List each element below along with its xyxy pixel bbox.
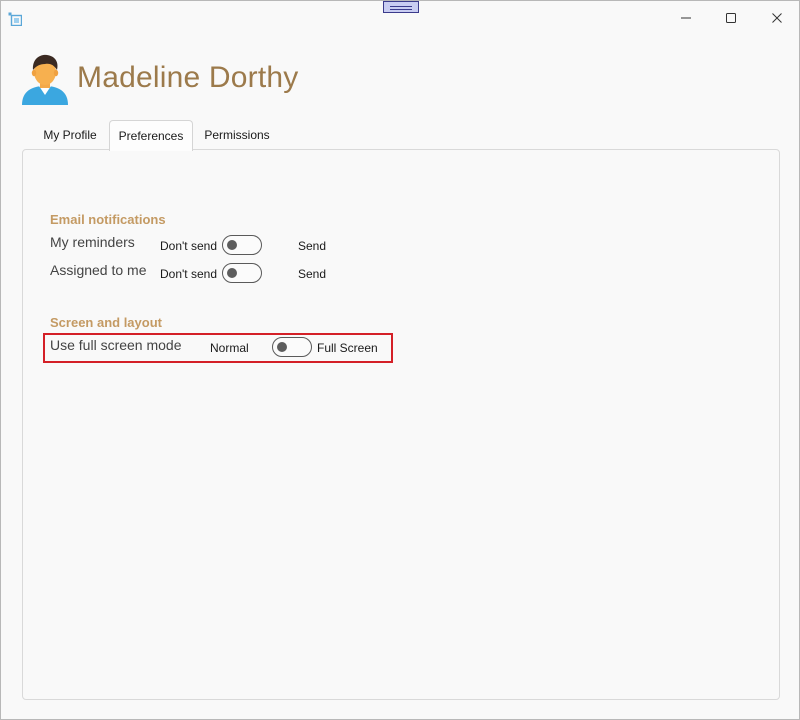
- option-off-my-reminders: Don't send: [160, 239, 217, 253]
- title-bar[interactable]: [1, 1, 799, 35]
- user-avatar-icon: [22, 54, 68, 105]
- option-on-full-screen: Full Screen: [317, 341, 378, 355]
- section-title-screen-and-layout: Screen and layout: [50, 315, 162, 330]
- toggle-knob: [227, 268, 237, 278]
- toggle-knob: [227, 240, 237, 250]
- tab-my-profile[interactable]: My Profile: [34, 120, 106, 150]
- option-off-assigned-to-me: Don't send: [160, 267, 217, 281]
- close-icon[interactable]: [766, 7, 788, 29]
- app-icon: [8, 12, 22, 26]
- toggle-assigned-to-me[interactable]: [222, 263, 262, 283]
- drag-grip-handle[interactable]: [383, 1, 419, 13]
- toggle-my-reminders[interactable]: [222, 235, 262, 255]
- toggle-knob: [277, 342, 287, 352]
- tab-preferences[interactable]: Preferences: [109, 120, 193, 151]
- section-title-email-notifications: Email notifications: [50, 212, 166, 227]
- label-my-reminders: My reminders: [50, 234, 135, 250]
- app-window: Madeline Dorthy My Profile Preferences P…: [0, 0, 800, 720]
- tab-permissions[interactable]: Permissions: [197, 120, 277, 150]
- label-use-full-screen-mode: Use full screen mode: [50, 337, 182, 353]
- option-off-full-screen: Normal: [210, 341, 249, 355]
- option-on-assigned-to-me: Send: [298, 267, 327, 281]
- toggle-full-screen-mode[interactable]: [272, 337, 312, 357]
- minimize-icon[interactable]: [675, 7, 697, 29]
- maximize-icon[interactable]: [720, 7, 742, 29]
- user-name-heading: Madeline Dorthy: [77, 61, 299, 94]
- label-assigned-to-me: Assigned to me: [50, 262, 147, 278]
- option-on-my-reminders: Send: [298, 239, 327, 253]
- preferences-panel: [22, 149, 780, 700]
